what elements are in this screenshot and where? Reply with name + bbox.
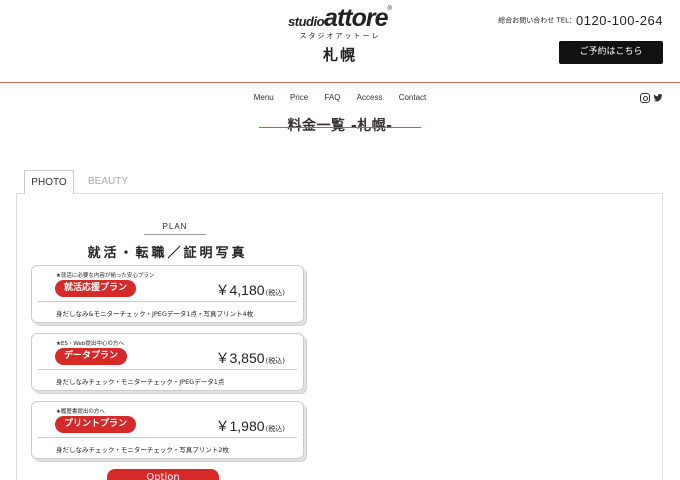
nav-item-price[interactable]: Price (290, 93, 308, 102)
plan-price: ￥3,850(税込) (215, 348, 285, 368)
plan-description: 身だしなみチェック・モニターチェック・JPEGデータ1点 (56, 378, 225, 386)
logo-registered-mark: ® (387, 6, 392, 12)
plan-card: ★履歴書提出の方へ プリントプラン ￥1,980(税込) 身だしなみチェック・モ… (31, 401, 304, 459)
plan-subtitle: ★履歴書提出の方へ (56, 409, 105, 415)
nav-item-contact[interactable]: Contact (399, 93, 427, 102)
logo-attore-text: attore (324, 4, 388, 32)
twitter-icon[interactable] (653, 93, 663, 103)
instagram-icon[interactable] (640, 93, 650, 103)
price-value: ￥4,180 (215, 282, 265, 298)
plan-subtitle: ★ES・Web提出中心の方へ (56, 341, 124, 347)
nav-item-access[interactable]: Access (357, 93, 383, 102)
page-title: 料金一覧 -札幌- (287, 118, 393, 134)
card-divider (38, 369, 297, 370)
logo-wordmark: studioattore® (280, 6, 400, 31)
option-button[interactable]: Option (107, 469, 219, 480)
social-links (640, 93, 663, 103)
plan-badge: データプラン (55, 348, 128, 365)
reserve-button[interactable]: ご予約はこちら (559, 41, 663, 64)
contact-label: 総合お問い合わせ TEL： (498, 16, 577, 25)
plan-label: PLAN (144, 222, 206, 235)
plan-price: ￥4,180(税込) (215, 280, 285, 300)
price-value: ￥1,980 (215, 418, 265, 434)
nav-item-faq[interactable]: FAQ (324, 93, 340, 102)
tax-label: (税込) (265, 289, 285, 297)
tab-photo[interactable]: PHOTO (24, 170, 74, 194)
price-value: ￥3,850 (215, 350, 265, 366)
tax-label: (税込) (265, 357, 285, 365)
plan-price: ￥1,980(税込) (215, 416, 285, 436)
tax-label: (税込) (265, 425, 285, 433)
site-logo[interactable]: studioattore® スタジオアットーレ 札幌 (280, 6, 400, 65)
logo-city: 札幌 (322, 46, 357, 64)
nav-item-menu[interactable]: Menu (254, 93, 274, 102)
plan-description: 身だしなみ&モニターチェック・JPEGデータ1点・写真プリント4枚 (56, 310, 254, 318)
plan-heading: 就活・転職／証明写真 (87, 246, 248, 261)
tab-beauty[interactable]: BEAUTY (82, 170, 134, 194)
header-divider (0, 82, 680, 83)
plan-badge: 就活応援プラン (55, 280, 137, 297)
plan-badge: プリントプラン (55, 416, 137, 433)
phone-number-link[interactable]: 0120-100-264 (576, 13, 663, 28)
contact-info: 総合お問い合わせ TEL：0120-100-264 (498, 10, 663, 29)
logo-kana: スタジオアットーレ (299, 32, 381, 40)
plan-description: 身だしなみチェック・モニターチェック・写真プリント2枚 (56, 446, 229, 454)
plan-card: ★ES・Web提出中心の方へ データプラン ￥3,850(税込) 身だしなみチェ… (31, 333, 304, 391)
plan-card: ★就活に必要な内容が揃った安心プラン 就活応援プラン ￥4,180(税込) 身だ… (31, 265, 304, 323)
card-divider (38, 301, 297, 302)
logo-studio-text: studio (288, 14, 325, 29)
plan-subtitle: ★就活に必要な内容が揃った安心プラン (56, 273, 155, 279)
title-underline (259, 127, 421, 128)
main-nav: Menu Price FAQ Access Contact (0, 93, 680, 102)
card-divider (38, 437, 297, 438)
